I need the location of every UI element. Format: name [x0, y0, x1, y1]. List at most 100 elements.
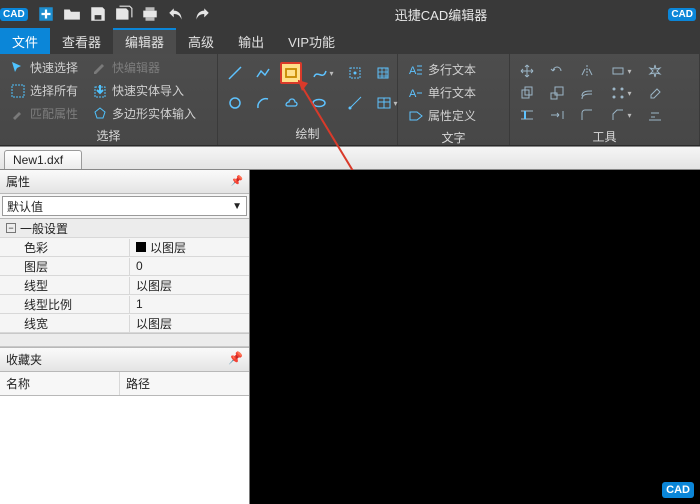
document-tabstrip: New1.dxf: [0, 146, 700, 170]
erase-icon[interactable]: [644, 82, 666, 104]
favorites-header: 收藏夹 📌: [0, 347, 249, 372]
ribbon-group-tools-label: 工具: [516, 126, 693, 148]
undo-icon[interactable]: [164, 2, 188, 26]
properties-table: −一般设置 色彩以图层 图层0 线型以图层 线型比例1 线宽以图层: [0, 218, 249, 333]
ribbon-group-text: A多行文本 A单行文本 属性定义 文字: [398, 54, 510, 145]
polyline-icon[interactable]: [252, 62, 274, 84]
rotate-icon[interactable]: [546, 60, 568, 82]
line-icon[interactable]: [224, 62, 246, 84]
offset-icon[interactable]: [576, 82, 598, 104]
arc-icon[interactable]: [252, 92, 274, 114]
menu-vip[interactable]: VIP功能: [276, 28, 347, 54]
prop-row-color[interactable]: 色彩以图层: [0, 238, 249, 257]
stretch-icon[interactable]: [606, 60, 636, 82]
prop-row-layer[interactable]: 图层0: [0, 257, 249, 276]
mtext-icon: A: [408, 62, 424, 78]
align-icon[interactable]: [644, 104, 666, 126]
new-icon[interactable]: [34, 2, 58, 26]
app-badge-right: CAD: [668, 8, 696, 21]
prop-row-ltscale[interactable]: 线型比例1: [0, 295, 249, 314]
mtext-button[interactable]: A多行文本: [404, 58, 480, 81]
attrdef-button[interactable]: 属性定义: [404, 104, 480, 127]
match-props-button: 匹配属性: [6, 102, 82, 125]
ellipse-icon[interactable]: [308, 92, 330, 114]
ribbon-group-select: 快速选择 选择所有 匹配属性 快编辑器 快速实体导入 多边形实体输入 选择: [0, 54, 218, 145]
menu-output[interactable]: 输出: [226, 28, 276, 54]
svg-text:A: A: [409, 65, 417, 77]
brush-icon: [10, 106, 26, 122]
move-icon[interactable]: [516, 60, 538, 82]
prop-row-lineweight[interactable]: 线宽以图层: [0, 314, 249, 333]
stext-button[interactable]: A单行文本: [404, 81, 480, 104]
main-area: 属性 📌 默认值▼ −一般设置 色彩以图层 图层0 线型以图层 线型比例1 线宽…: [0, 170, 700, 504]
color-swatch: [136, 242, 146, 252]
canvas-watermark: CAD: [662, 482, 694, 498]
prop-row-linetype[interactable]: 线型以图层: [0, 276, 249, 295]
circle-icon[interactable]: [224, 92, 246, 114]
ribbon-group-select-label: 选择: [6, 125, 211, 147]
menu-viewer[interactable]: 查看器: [50, 28, 113, 54]
collapse-icon[interactable]: −: [6, 223, 16, 233]
ray-icon[interactable]: [344, 92, 366, 114]
pin-icon[interactable]: 📌: [228, 351, 243, 368]
save-icon[interactable]: [86, 2, 110, 26]
menu-advanced[interactable]: 高级: [176, 28, 226, 54]
ribbon-group-text-label: 文字: [404, 127, 503, 149]
quick-select-button[interactable]: 快速选择: [6, 56, 82, 79]
edit-icon: [92, 60, 108, 76]
properties-header: 属性 📌: [0, 170, 249, 194]
side-panel: 属性 📌 默认值▼ −一般设置 色彩以图层 图层0 线型以图层 线型比例1 线宽…: [0, 170, 250, 504]
open-icon[interactable]: [60, 2, 84, 26]
quick-editor-button: 快编辑器: [88, 56, 200, 79]
trim-icon[interactable]: [516, 104, 538, 126]
menu-editor[interactable]: 编辑器: [113, 28, 176, 54]
polygon-icon: [92, 106, 108, 122]
stext-icon: A: [408, 85, 424, 101]
spline-icon[interactable]: [308, 62, 338, 84]
menu-file[interactable]: 文件: [0, 28, 50, 54]
rectangle-icon[interactable]: [280, 62, 302, 84]
ribbon-group-draw: 绘制: [218, 54, 398, 145]
drawing-canvas[interactable]: CAD: [250, 170, 700, 504]
copy-icon[interactable]: [516, 82, 538, 104]
favorites-title: 收藏夹: [6, 351, 42, 368]
app-title: 迅捷CAD编辑器: [214, 5, 669, 24]
polygon-input-button[interactable]: 多边形实体输入: [88, 102, 200, 125]
redo-icon[interactable]: [190, 2, 214, 26]
ribbon-group-tools: 工具: [510, 54, 700, 145]
properties-combo[interactable]: 默认值▼: [2, 196, 247, 216]
properties-title: 属性: [6, 173, 30, 190]
app-badge-left: CAD: [0, 8, 28, 21]
entity-import-button[interactable]: 快速实体导入: [88, 79, 200, 102]
scale-icon[interactable]: [546, 82, 568, 104]
array-icon[interactable]: [606, 82, 636, 104]
point-icon[interactable]: [344, 62, 366, 84]
cursor-icon: [10, 60, 26, 76]
pin-icon[interactable]: 📌: [231, 176, 243, 187]
favorites-body: [0, 396, 249, 504]
ribbon: 快速选择 选择所有 匹配属性 快编辑器 快速实体导入 多边形实体输入 选择: [0, 54, 700, 146]
menu-bar: 文件 查看器 编辑器 高级 输出 VIP功能: [0, 28, 700, 54]
revcloud-icon[interactable]: [280, 92, 302, 114]
chamfer-icon[interactable]: [606, 104, 636, 126]
fav-col-name[interactable]: 名称: [0, 372, 120, 395]
select-all-button[interactable]: 选择所有: [6, 79, 82, 102]
fav-col-path[interactable]: 路径: [120, 372, 156, 395]
extend-icon[interactable]: [546, 104, 568, 126]
import-icon: [92, 83, 108, 99]
hatch-icon[interactable]: [372, 62, 394, 84]
saveall-icon[interactable]: [112, 2, 136, 26]
fillet-icon[interactable]: [576, 104, 598, 126]
ribbon-group-draw-label: 绘制: [224, 123, 391, 145]
select-all-icon: [10, 83, 26, 99]
properties-section[interactable]: −一般设置: [0, 219, 249, 238]
chevron-down-icon: ▼: [232, 201, 242, 212]
document-tab[interactable]: New1.dxf: [4, 150, 82, 169]
svg-text:A: A: [409, 88, 417, 100]
title-bar: CAD 迅捷CAD编辑器 CAD: [0, 0, 700, 28]
favorites-columns: 名称 路径: [0, 372, 249, 396]
tag-icon: [408, 108, 424, 124]
mirror-icon[interactable]: [576, 60, 598, 82]
print-icon[interactable]: [138, 2, 162, 26]
explode-icon[interactable]: [644, 60, 666, 82]
